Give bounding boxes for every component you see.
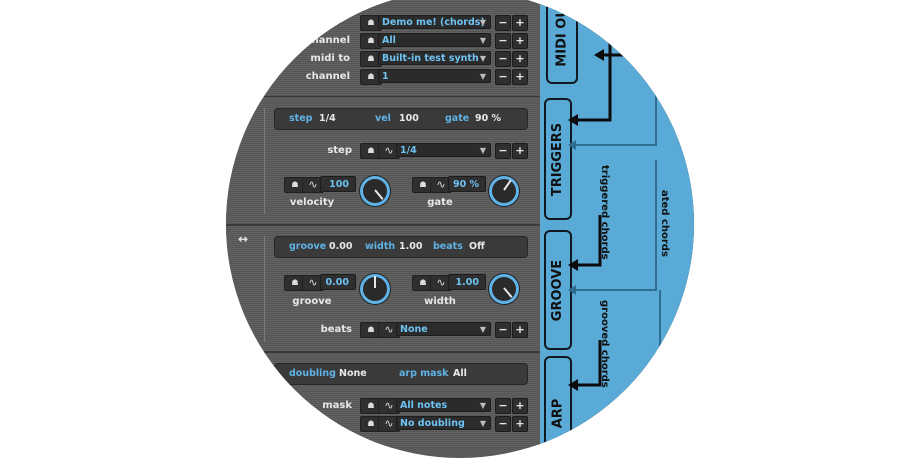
width-value: 1.00 [399, 241, 423, 252]
triggers-summary-bar[interactable]: step 1/4 vel 100 gate 90 % [274, 108, 528, 130]
groove-knob[interactable] [360, 274, 390, 304]
velocity-label: velocity [289, 197, 335, 208]
doubling-key: doubling [289, 368, 336, 379]
midi-to-label: midi to [310, 53, 350, 64]
step-label: step [327, 145, 352, 156]
preset-select[interactable]: Demo me! (chords) ▼ [378, 15, 491, 29]
minus-button[interactable]: − [495, 51, 511, 67]
step-minus-button[interactable]: − [495, 143, 511, 159]
width-value-box[interactable]: 1.00 [448, 274, 486, 290]
mask-select[interactable]: All notes ▼ [396, 398, 491, 412]
gate-value-box[interactable]: 90 % [448, 176, 486, 192]
step-value: 1/4 [319, 113, 336, 124]
groove-section-icon: ↔ [238, 232, 249, 246]
vel-value: 100 [399, 113, 419, 124]
groove-summary-bar[interactable]: groove 0.00 width 1.00 beats Off [274, 236, 528, 258]
plus-button[interactable]: + [512, 51, 528, 67]
gate-value: 90 % [475, 113, 502, 124]
out-channel-select[interactable]: 1 ▼ [378, 69, 491, 83]
groove-value-box[interactable]: 0.00 [320, 274, 356, 290]
arp-mask-value: All [453, 368, 467, 379]
side-chords-label: ated chords [659, 190, 670, 257]
velocity-knob[interactable] [360, 176, 390, 206]
doubling-plus-button[interactable]: + [512, 416, 528, 432]
groove-value: 0.00 [329, 241, 353, 252]
minus-button[interactable]: − [495, 33, 511, 49]
section-divider [226, 224, 540, 226]
grooved-chords-label: grooved chords [599, 300, 610, 388]
beats-value: Off [469, 241, 485, 252]
step-plus-button[interactable]: + [512, 143, 528, 159]
mask-plus-button[interactable]: + [512, 398, 528, 414]
width-key: width [365, 241, 396, 252]
doubling-select[interactable]: No doubling ▼ [396, 416, 491, 430]
plus-button[interactable]: + [512, 69, 528, 85]
minus-button[interactable]: − [495, 69, 511, 85]
out-channel-label: channel [305, 71, 350, 82]
section-divider [226, 351, 540, 353]
section-guide-line [264, 108, 265, 214]
width-knob-label: width [424, 296, 456, 307]
groove-key: groove [289, 241, 327, 252]
beats-label: beats [320, 324, 352, 335]
step-key: step [289, 113, 313, 124]
gate-key: gate [445, 113, 470, 124]
width-knob[interactable] [489, 274, 519, 304]
midi-to-select[interactable]: Built-in test synth ▼ [378, 51, 491, 65]
triggered-chords-label: triggered chords [599, 165, 610, 260]
mask-label: mask [322, 400, 352, 411]
vel-key: vel [375, 113, 391, 124]
step-select[interactable]: 1/4 ▼ [396, 143, 491, 157]
minus-button[interactable]: − [495, 15, 511, 31]
arp-mask-key: arp mask [399, 368, 449, 379]
doubling-value: None [339, 368, 367, 379]
arp-summary-bar[interactable]: doubling None arp mask All [274, 363, 528, 385]
plus-button[interactable]: + [512, 15, 528, 31]
mask-minus-button[interactable]: − [495, 398, 511, 414]
gate-knob[interactable] [489, 176, 519, 206]
in-channel-select[interactable]: All ▼ [378, 33, 491, 47]
beats-minus-button[interactable]: − [495, 322, 511, 338]
beats-key: beats [433, 241, 463, 252]
signal-flow-diagram: MIDI OUT TRIGGERS GROOVE ARP triggered c… [540, 0, 694, 458]
plus-button[interactable]: + [512, 33, 528, 49]
section-divider [226, 96, 540, 97]
doubling-minus-button[interactable]: − [495, 416, 511, 432]
in-channel-label: channel [305, 35, 350, 46]
beats-select[interactable]: None ▼ [396, 322, 491, 336]
velocity-value[interactable]: 100 [320, 176, 356, 192]
gate-label: gate [427, 197, 453, 208]
circular-viewport: ☗ Demo me! (chords) ▼ − + channel ☗ All ▼ … [226, 0, 694, 458]
groove-knob-label: groove [292, 296, 332, 307]
beats-plus-button[interactable]: + [512, 322, 528, 338]
midi-plugin-window: ☗ Demo me! (chords) ▼ − + channel ☗ All ▼ … [226, 0, 694, 458]
